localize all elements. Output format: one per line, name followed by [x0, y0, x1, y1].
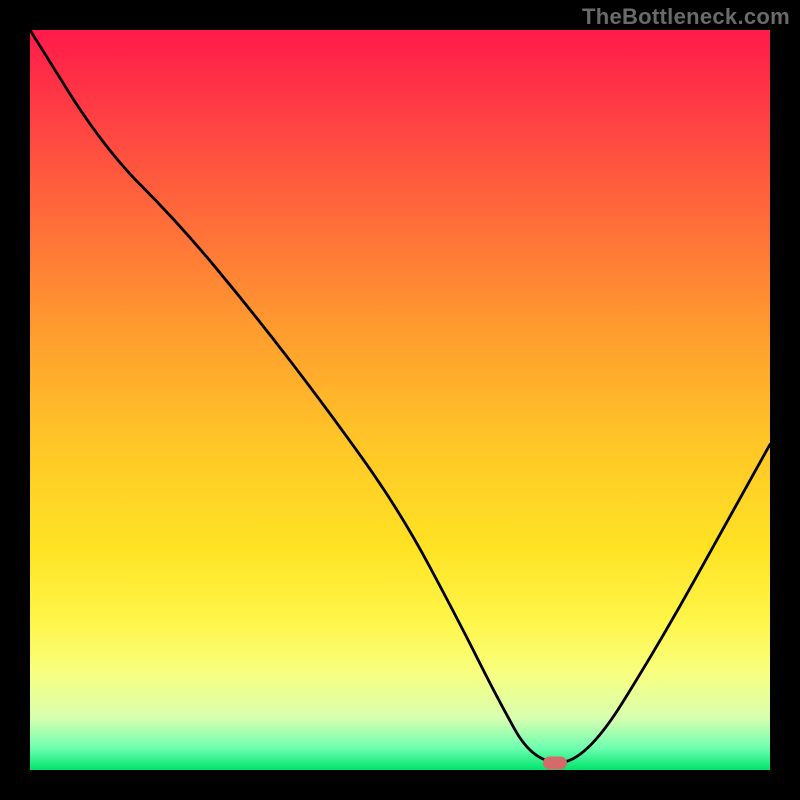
bottleneck-curve-path — [30, 30, 770, 763]
watermark-text: TheBottleneck.com — [582, 4, 790, 30]
chart-container: TheBottleneck.com — [0, 0, 800, 800]
curve-svg — [30, 30, 770, 770]
plot-area — [30, 30, 770, 770]
optimal-point-marker — [543, 756, 567, 769]
